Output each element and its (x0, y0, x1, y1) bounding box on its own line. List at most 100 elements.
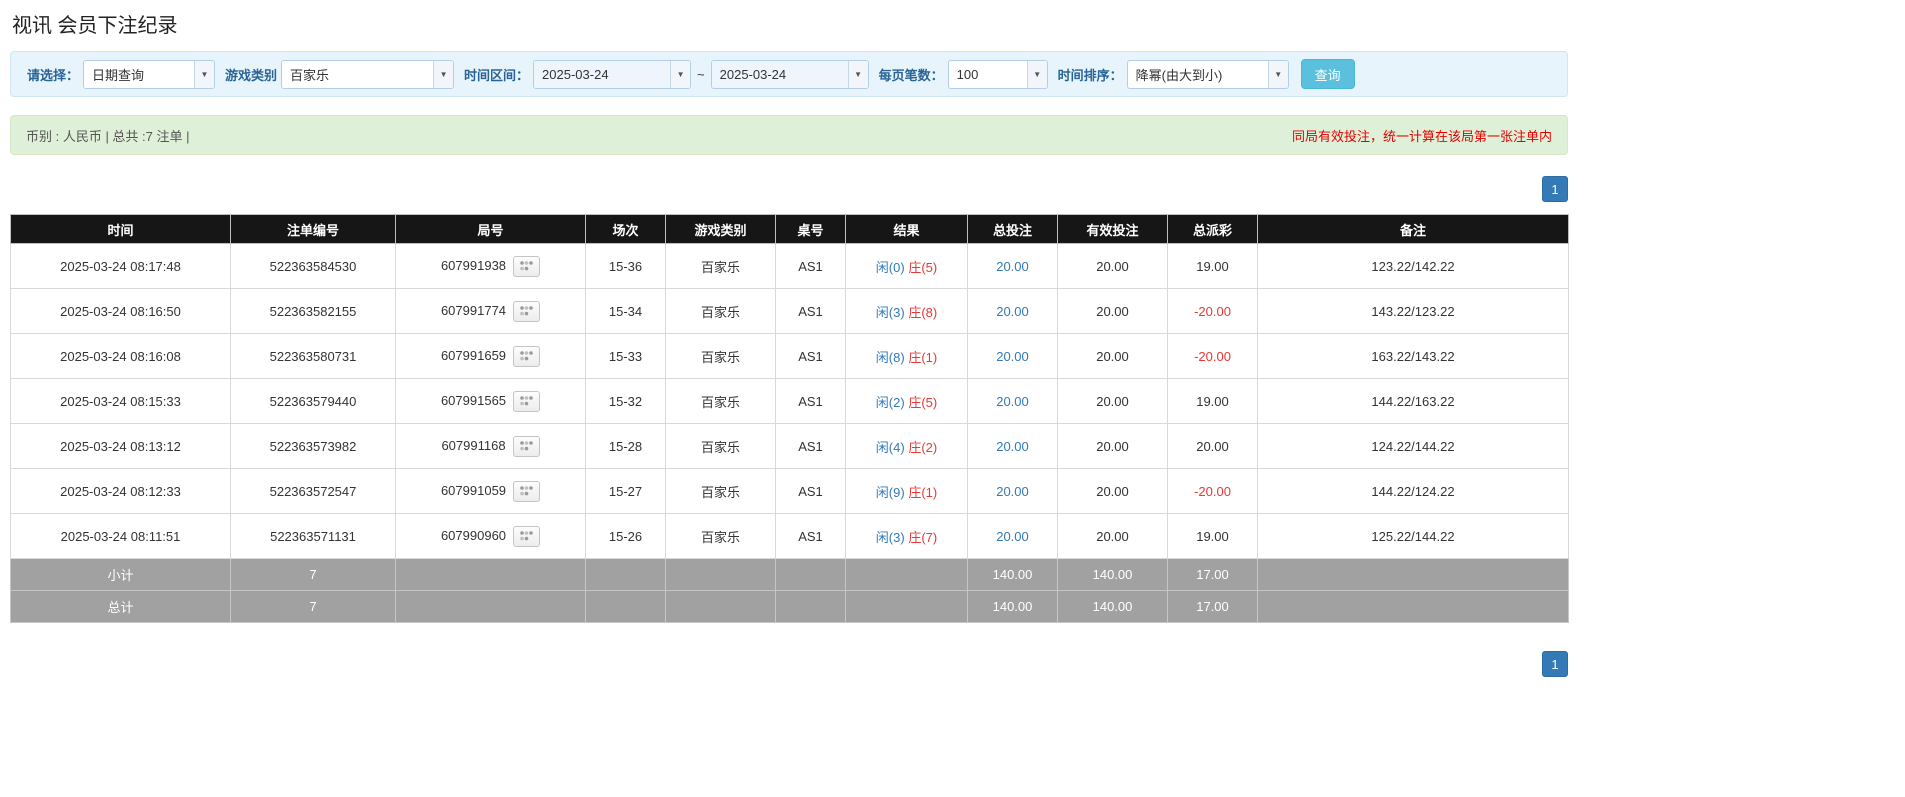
table-row: 2025-03-24 08:16:08 522363580731 6079916… (10, 333, 1569, 379)
round-id-text: 607991938 (440, 257, 507, 273)
cell-game-type: 百家乐 (665, 378, 776, 424)
cell-total-bet: 20.00 (967, 513, 1058, 559)
cell-table-no: AS1 (775, 423, 846, 469)
footer-empty-cell (1257, 558, 1569, 591)
footer-payout: 17.00 (1167, 558, 1258, 591)
cell-payout: -20.00 (1167, 333, 1258, 379)
result-banker: 庄(8) (908, 304, 938, 320)
main-content: 视讯 会员下注纪录 请选择： 日期查询 ▼ 游戏类别 百家乐 ▼ 时间区间： 2… (10, 0, 1569, 677)
cell-game-type: 百家乐 (665, 468, 776, 514)
cell-table-no: AS1 (775, 243, 846, 289)
bet-records-table: 时间 注单编号 局号 场次 游戏类别 桌号 结果 总投注 有效投注 总派彩 备注 2025-03-2… (10, 214, 1569, 623)
round-id-text: 607991168 (441, 437, 506, 453)
page-size-dropdown[interactable]: 100 ▼ (947, 59, 1048, 89)
query-type-dropdown[interactable]: 日期查询 ▼ (83, 59, 216, 89)
table-header-row: 时间 注单编号 局号 场次 游戏类别 桌号 结果 总投注 有效投注 总派彩 备注 (10, 214, 1569, 244)
footer-empty-cell (1257, 590, 1569, 623)
footer-payout: 17.00 (1167, 590, 1258, 623)
roadmap-button[interactable] (513, 255, 541, 277)
filter-bar: 请选择： 日期查询 ▼ 游戏类别 百家乐 ▼ 时间区间： 2025-03-24 … (10, 51, 1568, 97)
cell-payout: 20.00 (1167, 423, 1258, 469)
cell-round-id: 607991938 (395, 243, 586, 289)
cell-bet-id: 522363571131 (230, 513, 396, 559)
result-player: 闲(9) (875, 484, 905, 500)
cell-round-id: 607991168 (395, 423, 586, 469)
result-player: 闲(2) (875, 394, 905, 410)
roadmap-icon (520, 486, 533, 496)
cell-total-bet: 20.00 (967, 333, 1058, 379)
total-bet-link[interactable]: 20.00 (996, 394, 1029, 409)
cell-table-no: AS1 (775, 513, 846, 559)
total-bet-link[interactable]: 20.00 (996, 304, 1029, 319)
roadmap-button[interactable] (513, 480, 541, 502)
chevron-down-icon[interactable]: ▼ (194, 60, 215, 88)
chevron-down-icon[interactable]: ▼ (847, 60, 868, 88)
cell-bet-id: 522363579440 (230, 378, 396, 424)
roadmap-icon (519, 441, 533, 451)
cell-total-bet: 20.00 (967, 288, 1058, 334)
column-header: 结果 (845, 214, 968, 244)
roadmap-button[interactable] (513, 300, 541, 322)
select-label: 请选择： (27, 67, 80, 83)
total-bet-link[interactable]: 20.00 (996, 439, 1029, 454)
page-button-1[interactable]: 1 (1542, 651, 1568, 677)
table-row: 2025-03-24 08:16:50 522363582155 6079917… (10, 288, 1569, 334)
table-row: 2025-03-24 08:13:12 522363573982 6079911… (10, 423, 1569, 469)
footer-empty-cell (585, 558, 666, 591)
cell-bet-id: 522363580731 (230, 333, 396, 379)
footer-label: 总计 (10, 590, 231, 623)
chevron-down-icon[interactable]: ▼ (433, 60, 454, 88)
page-button-1[interactable]: 1 (1542, 176, 1568, 202)
game-type-label: 游戏类别 (225, 67, 278, 83)
footer-total-bet: 140.00 (967, 558, 1058, 591)
query-type-value: 日期查询 (92, 67, 145, 83)
chevron-down-icon[interactable]: ▼ (670, 60, 691, 88)
cell-remark: 125.22/144.22 (1257, 513, 1569, 559)
summary-notice-text: 同局有效投注，统一计算在该局第一张注单内 (1291, 128, 1552, 144)
roadmap-icon (520, 261, 533, 271)
range-separator: ~ (697, 66, 705, 82)
roadmap-button[interactable] (513, 345, 541, 367)
chevron-down-icon[interactable]: ▼ (1267, 60, 1288, 88)
cell-remark: 144.22/163.22 (1257, 378, 1569, 424)
payout-value: -20.00 (1194, 483, 1231, 499)
total-bet-link[interactable]: 20.00 (996, 529, 1029, 544)
roadmap-icon (520, 306, 533, 316)
chevron-down-icon[interactable]: ▼ (1026, 60, 1047, 88)
footer-empty-cell (775, 590, 846, 623)
search-button[interactable]: 查询 (1300, 59, 1355, 89)
game-type-dropdown[interactable]: 百家乐 ▼ (281, 59, 455, 89)
roadmap-button[interactable] (512, 435, 540, 457)
result-banker: 庄(5) (908, 259, 938, 275)
total-bet-link[interactable]: 20.00 (996, 259, 1029, 274)
sort-label: 时间排序： (1057, 67, 1123, 83)
cell-table-no: AS1 (775, 378, 846, 424)
date-from-value: 2025-03-24 (534, 60, 671, 88)
cell-payout: -20.00 (1167, 288, 1258, 334)
cell-table-no: AS1 (775, 333, 846, 379)
date-from-picker[interactable]: 2025-03-24 ▼ (533, 59, 692, 89)
column-header: 时间 (10, 214, 231, 244)
cell-session: 15-33 (585, 333, 666, 379)
payout-value: -20.00 (1194, 348, 1231, 364)
column-header: 局号 (395, 214, 586, 244)
table-row: 2025-03-24 08:17:48 522363584530 6079919… (10, 243, 1569, 289)
roadmap-button[interactable] (513, 525, 541, 547)
cell-result: 闲(4) 庄(2) (845, 423, 968, 469)
column-header: 总投注 (967, 214, 1058, 244)
sort-dropdown[interactable]: 降幂(由大到小) ▼ (1126, 59, 1289, 89)
date-to-picker[interactable]: 2025-03-24 ▼ (710, 59, 869, 89)
cell-result: 闲(3) 庄(8) (845, 288, 968, 334)
total-bet-link[interactable]: 20.00 (996, 484, 1029, 499)
result-banker: 庄(7) (908, 529, 938, 545)
cell-total-bet: 20.00 (967, 423, 1058, 469)
cell-payout: 19.00 (1167, 243, 1258, 289)
roadmap-button[interactable] (513, 390, 541, 412)
total-bet-link[interactable]: 20.00 (996, 349, 1029, 364)
round-id-text: 607991565 (440, 392, 507, 408)
result-banker: 庄(2) (908, 439, 938, 455)
column-header: 有效投注 (1057, 214, 1168, 244)
footer-label: 小计 (10, 558, 231, 591)
cell-total-bet: 20.00 (967, 378, 1058, 424)
cell-table-no: AS1 (775, 288, 846, 334)
